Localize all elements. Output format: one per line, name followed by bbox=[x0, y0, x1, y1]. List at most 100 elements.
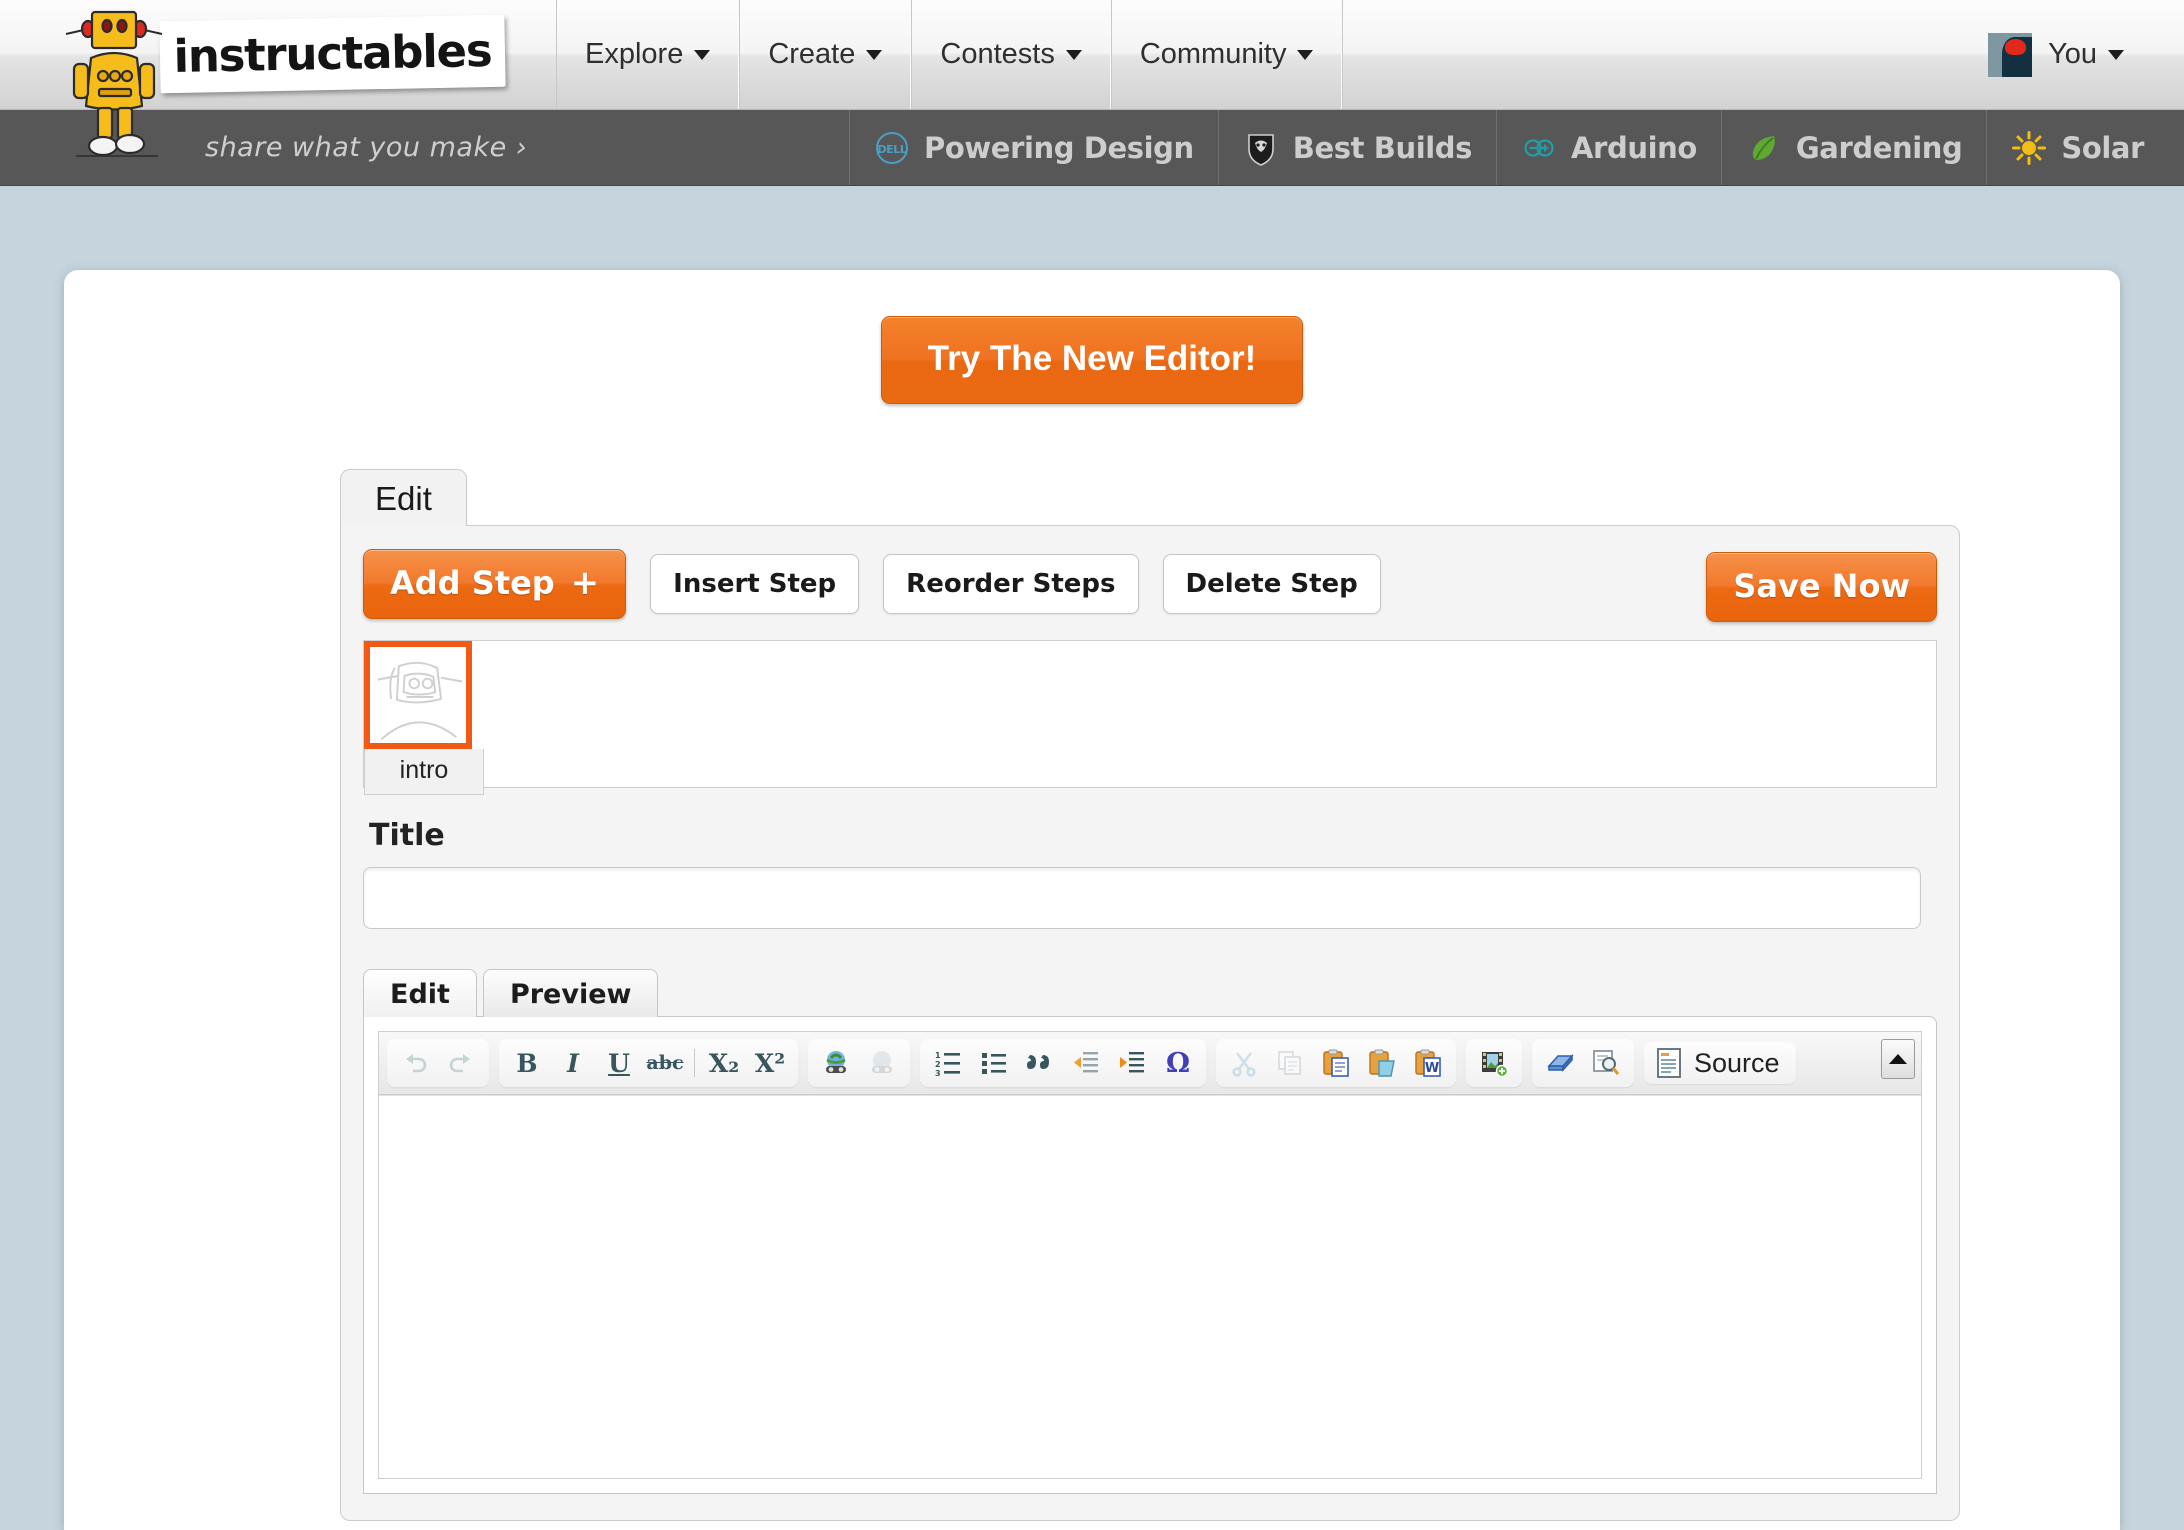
add-step-button[interactable]: Add Step + bbox=[363, 549, 627, 619]
editor-toolbar: B I U abc X₂ X² 1 2 3 Ω W Source bbox=[379, 1032, 1921, 1095]
unlink-icon[interactable] bbox=[861, 1043, 903, 1083]
numbered-list-icon[interactable]: 123 bbox=[927, 1043, 969, 1083]
darkbar-label-gardening: Gardening bbox=[1795, 130, 1963, 165]
subscript-icon[interactable]: X₂ bbox=[703, 1043, 745, 1083]
bulleted-list-icon[interactable] bbox=[973, 1043, 1015, 1083]
copy-icon[interactable] bbox=[1269, 1043, 1311, 1083]
toolbar-separator bbox=[694, 1049, 695, 1077]
darkbar-item-best-builds[interactable]: Best Builds bbox=[1217, 110, 1496, 185]
superscript-icon[interactable]: X² bbox=[749, 1043, 791, 1083]
secondary-nav-bar: share what you make › DELL Powering Desi… bbox=[0, 110, 2184, 186]
leaf-icon bbox=[1752, 135, 1775, 160]
account-menu[interactable]: You bbox=[1962, 0, 2184, 109]
chevron-down-icon bbox=[694, 49, 711, 60]
nav-label-community: Community bbox=[1139, 38, 1287, 70]
nav-item-explore[interactable]: Explore bbox=[556, 0, 740, 109]
darkbar-item-gardening[interactable]: Gardening bbox=[1720, 110, 1987, 185]
darkbar-label-powering-design: Powering Design bbox=[924, 130, 1194, 165]
nav-spacer bbox=[1342, 0, 1962, 109]
darkbar-item-arduino[interactable]: Arduino bbox=[1496, 110, 1721, 185]
cut-icon[interactable] bbox=[1223, 1043, 1265, 1083]
source-document-icon bbox=[1657, 1048, 1681, 1078]
step-editor-block: Edit Add Step + Insert Step Reorder Step… bbox=[340, 469, 1960, 1521]
paste-from-word-icon[interactable]: W bbox=[1407, 1043, 1449, 1083]
reorder-steps-button[interactable]: Reorder Steps bbox=[883, 554, 1139, 614]
step-item-intro: intro bbox=[364, 641, 484, 795]
darkbar-label-solar: Solar bbox=[2061, 130, 2144, 165]
content-tabs: Edit Preview bbox=[363, 963, 1937, 1017]
nav-item-community[interactable]: Community bbox=[1110, 0, 1343, 109]
chevron-down-icon bbox=[866, 49, 883, 60]
step-thumbnail-intro[interactable] bbox=[364, 641, 472, 749]
nav-item-create[interactable]: Create bbox=[739, 0, 912, 109]
toolbar-group-formatting: B I U abc X₂ X² bbox=[499, 1039, 798, 1087]
bold-icon[interactable]: B bbox=[506, 1043, 548, 1083]
tab-content-edit[interactable]: Edit bbox=[363, 969, 477, 1017]
darkbar-label-arduino: Arduino bbox=[1571, 130, 1697, 165]
undo-icon[interactable] bbox=[394, 1043, 436, 1083]
toolbar-group-clipboard: W bbox=[1216, 1039, 1456, 1087]
primary-nav-items: Explore Create Contests Community bbox=[556, 0, 1343, 109]
toolbar-group-tools bbox=[1532, 1039, 1634, 1087]
darkbar-item-solar[interactable]: Solar bbox=[1986, 110, 2184, 185]
svg-text:DELL: DELL bbox=[877, 143, 906, 156]
darkbar-spacer bbox=[527, 110, 849, 185]
source-button-label: Source bbox=[1694, 1047, 1780, 1078]
paste-as-plain-text-icon[interactable] bbox=[1361, 1043, 1403, 1083]
delete-step-button[interactable]: Delete Step bbox=[1162, 554, 1381, 614]
special-character-icon[interactable]: Ω bbox=[1157, 1043, 1199, 1083]
italic-icon[interactable]: I bbox=[552, 1043, 594, 1083]
editor-panel: Add Step + Insert Step Reorder Steps Del… bbox=[340, 525, 1960, 1521]
chevron-down-icon bbox=[1297, 49, 1314, 60]
editor-frame: B I U abc X₂ X² 1 2 3 Ω W Source bbox=[378, 1031, 1922, 1479]
brand-logo-zone[interactable]: instructables bbox=[0, 0, 556, 157]
strikethrough-icon[interactable]: abc bbox=[644, 1043, 686, 1083]
insert-image-icon[interactable] bbox=[1473, 1043, 1515, 1083]
underline-icon[interactable]: U bbox=[598, 1043, 640, 1083]
darkbar-item-powering-design[interactable]: DELL Powering Design bbox=[849, 110, 1218, 185]
source-button[interactable]: Source bbox=[1644, 1042, 1796, 1084]
collapse-toolbar-icon[interactable] bbox=[1881, 1039, 1915, 1079]
paste-icon[interactable] bbox=[1315, 1043, 1357, 1083]
tab-content-preview[interactable]: Preview bbox=[482, 969, 659, 1017]
save-now-button[interactable]: Save Now bbox=[1706, 552, 1937, 622]
insert-step-button[interactable]: Insert Step bbox=[650, 554, 860, 614]
step-label-intro[interactable]: intro bbox=[364, 749, 484, 795]
nav-label-explore: Explore bbox=[585, 38, 684, 70]
arduino-infinity-icon bbox=[1524, 138, 1554, 157]
try-new-editor-button[interactable]: Try The New Editor! bbox=[880, 316, 1304, 404]
robot-sketch-thumbnail bbox=[377, 661, 463, 740]
shield-ram-icon bbox=[1247, 133, 1274, 166]
tab-edit[interactable]: Edit bbox=[340, 469, 467, 526]
add-step-label: Add Step bbox=[390, 564, 555, 602]
svg-text:1: 1 bbox=[935, 1051, 941, 1060]
blockquote-icon[interactable] bbox=[1019, 1043, 1061, 1083]
title-input[interactable] bbox=[363, 867, 1921, 929]
nav-item-contests[interactable]: Contests bbox=[911, 0, 1111, 109]
step-toolbar: Add Step + Insert Step Reorder Steps Del… bbox=[363, 548, 1937, 622]
remove-format-icon[interactable] bbox=[1539, 1043, 1581, 1083]
chevron-down-icon bbox=[2108, 49, 2124, 60]
cta-row: Try The New Editor! bbox=[64, 270, 2120, 404]
title-field-label: Title bbox=[369, 818, 445, 853]
account-label: You bbox=[2048, 38, 2097, 70]
plus-icon: + bbox=[570, 563, 600, 603]
nav-label-create: Create bbox=[768, 38, 856, 70]
chevron-down-icon bbox=[1065, 49, 1082, 60]
toolbar-group-history bbox=[387, 1039, 489, 1087]
redo-icon[interactable] bbox=[440, 1043, 482, 1083]
svg-text:3: 3 bbox=[935, 1069, 941, 1077]
robot-mascot-icon bbox=[65, 10, 163, 157]
editor-body[interactable] bbox=[379, 1095, 1921, 1478]
svg-text:W: W bbox=[1425, 1061, 1439, 1076]
toolbar-group-insert bbox=[1466, 1039, 1522, 1087]
outdent-icon[interactable] bbox=[1065, 1043, 1107, 1083]
wordmark-text: instructables bbox=[173, 23, 492, 84]
svg-text:2: 2 bbox=[935, 1060, 941, 1069]
instructables-wordmark[interactable]: instructables bbox=[159, 14, 506, 94]
find-replace-icon[interactable] bbox=[1585, 1043, 1627, 1083]
indent-icon[interactable] bbox=[1111, 1043, 1153, 1083]
toolbar-group-links bbox=[808, 1039, 910, 1087]
link-icon[interactable] bbox=[815, 1043, 857, 1083]
sun-icon bbox=[2012, 130, 2047, 165]
